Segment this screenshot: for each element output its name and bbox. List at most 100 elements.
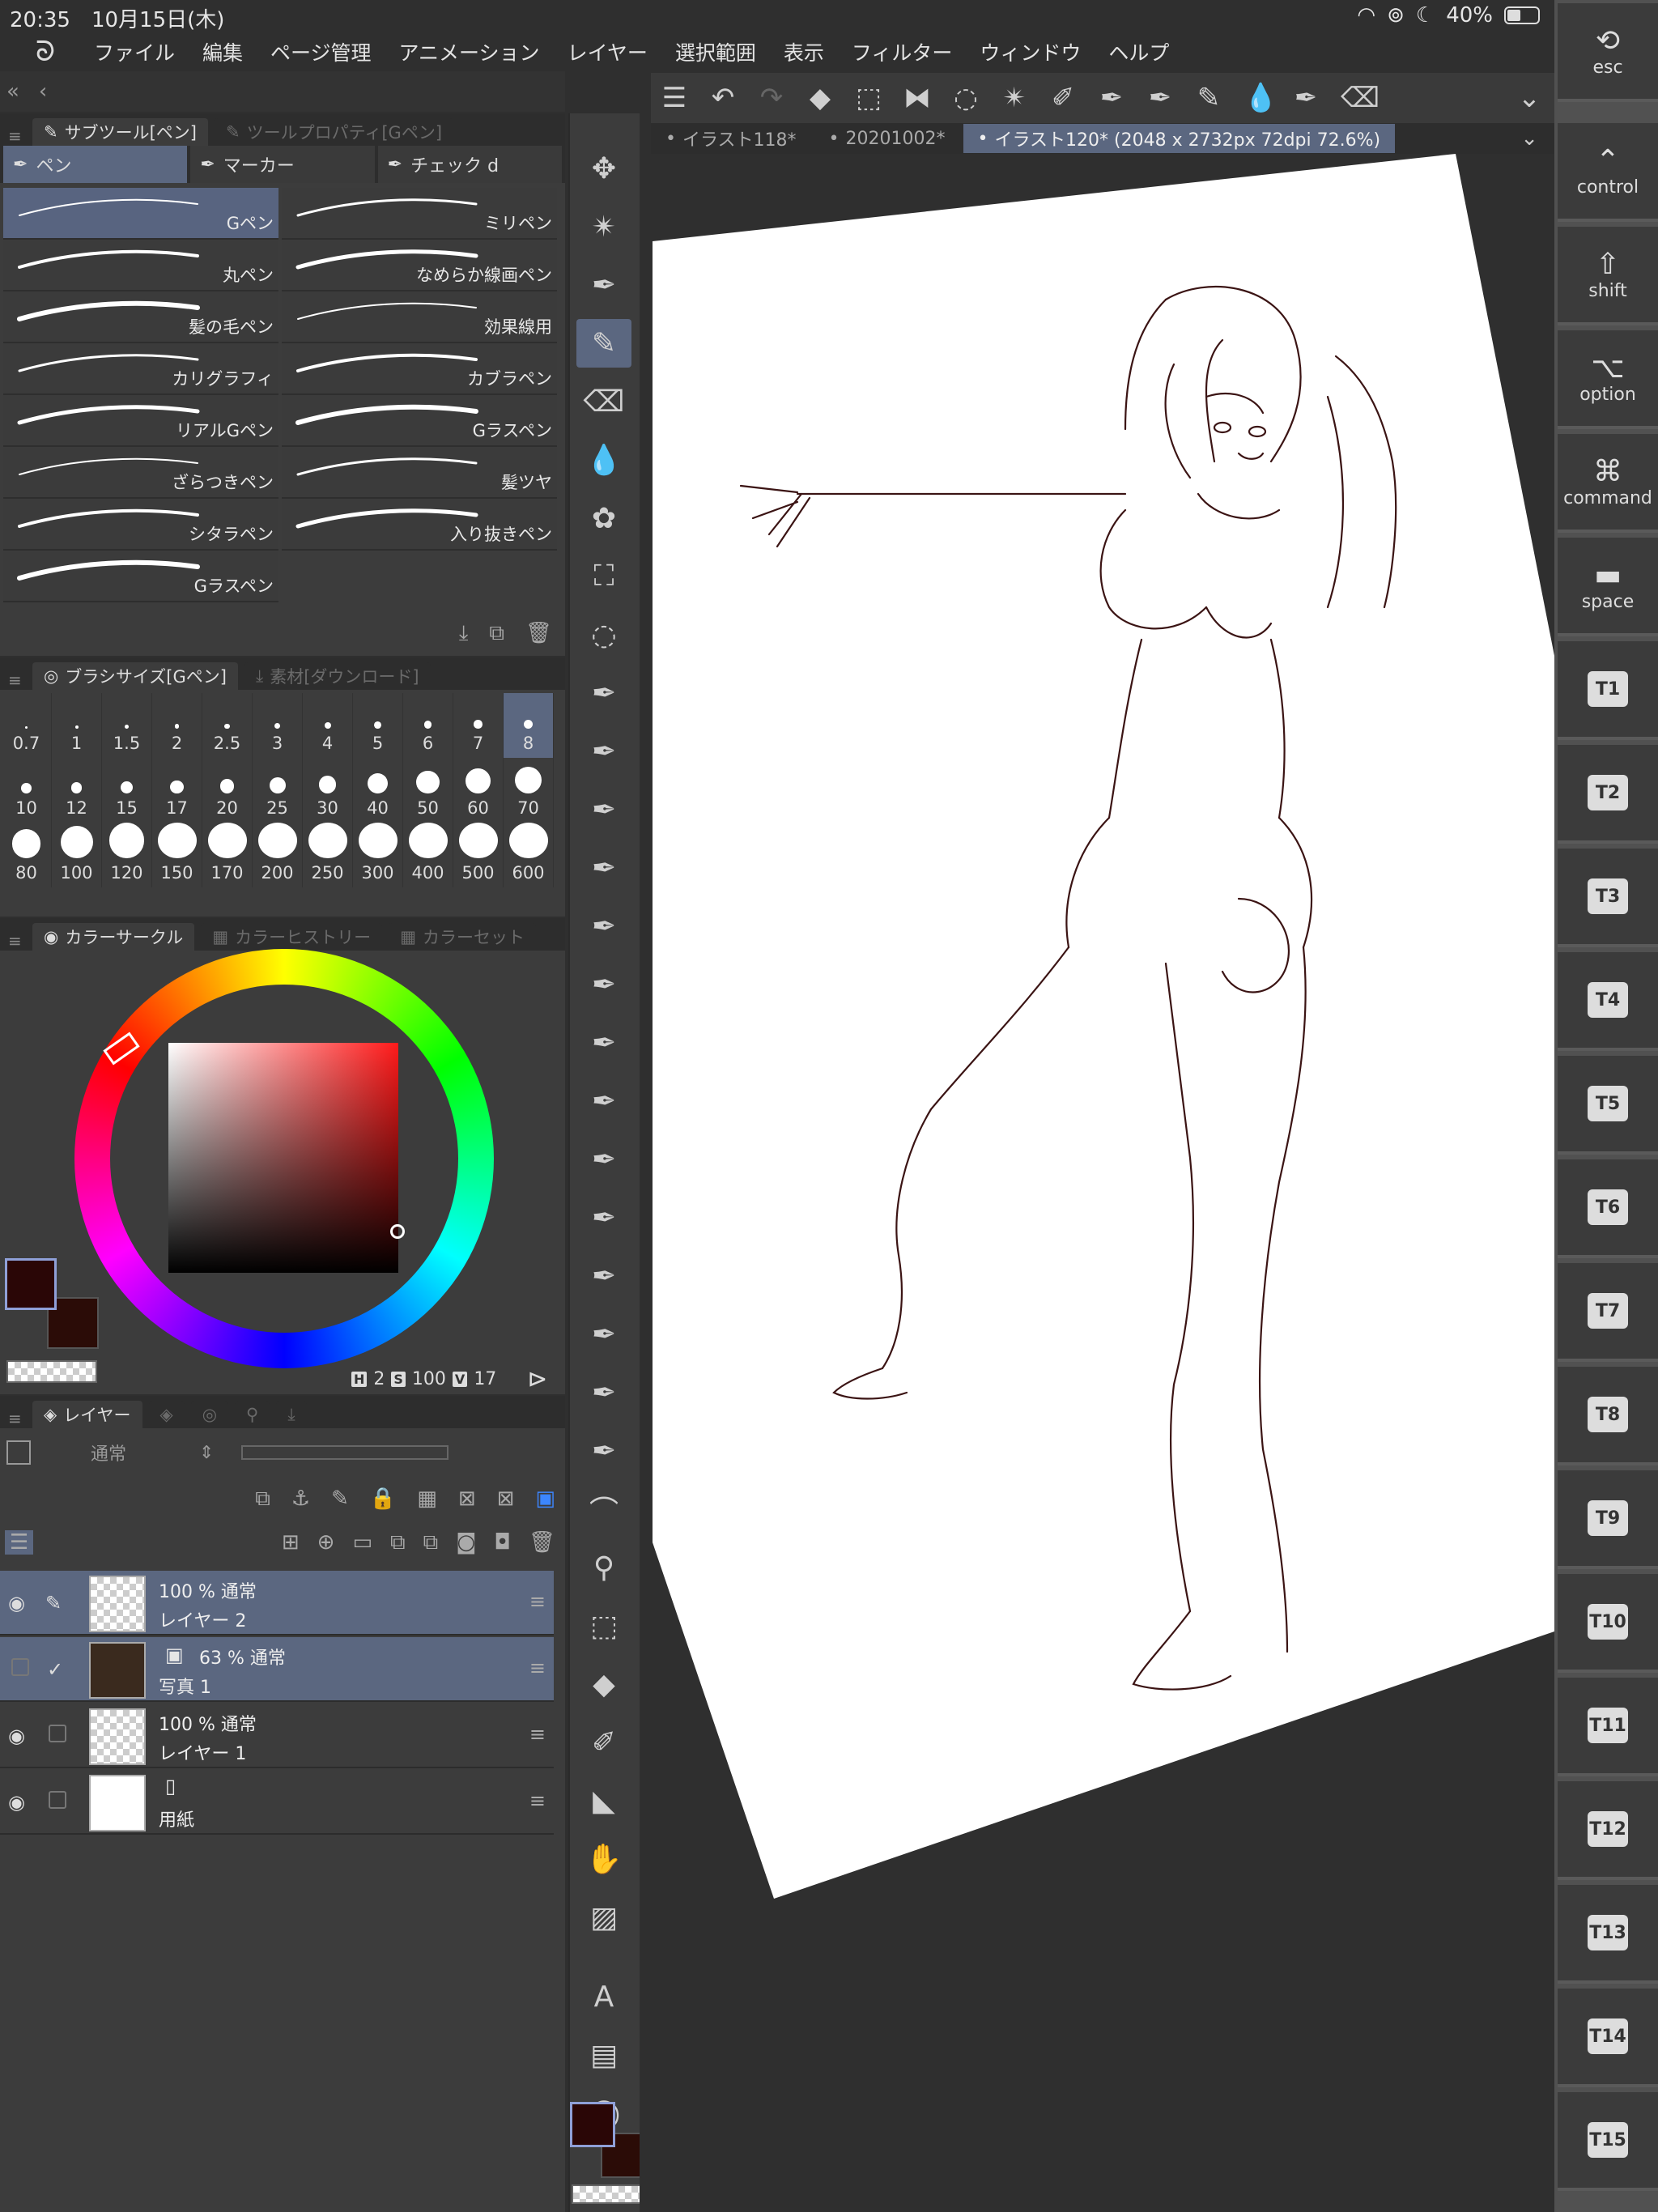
- layer-color-icon[interactable]: ▣: [535, 1487, 555, 1511]
- brush-size-option[interactable]: 40: [353, 758, 403, 823]
- menu-file[interactable]: ファイル: [94, 37, 175, 66]
- tab-navigator[interactable]: ◎: [190, 1401, 229, 1428]
- tab-tool-property[interactable]: ✎ ツールプロパティ[Gペン]: [215, 118, 454, 146]
- tab-document-active[interactable]: • イラスト120* (2048 x 2732px 72dpi 72.6%): [963, 124, 1396, 153]
- pen-icon[interactable]: ✒: [576, 960, 631, 1009]
- brush-item[interactable]: 入り抜きペン: [282, 499, 557, 551]
- menu-filter[interactable]: フィルター: [852, 37, 953, 66]
- app-logo-icon[interactable]: ᘐ: [29, 36, 62, 68]
- shortcut-key-t2[interactable]: T2: [1558, 745, 1658, 844]
- shortcut-key-t3[interactable]: T3: [1558, 849, 1658, 947]
- edit-checkbox[interactable]: [49, 1725, 66, 1742]
- pen-icon[interactable]: ✒: [576, 1368, 631, 1417]
- chevron-down-icon[interactable]: ⌄: [1520, 126, 1538, 151]
- chevron-down-icon[interactable]: ⌄: [1516, 82, 1543, 114]
- move-icon[interactable]: ✥: [576, 144, 631, 193]
- brush-size-option[interactable]: 250: [303, 823, 353, 887]
- transparent-color-swatch[interactable]: [572, 2184, 646, 2204]
- text-icon[interactable]: A: [576, 1972, 631, 2021]
- pen-icon[interactable]: ✒: [576, 785, 631, 834]
- drag-handle-icon[interactable]: ≡: [529, 1657, 546, 1679]
- brush-size-option[interactable]: 400: [403, 823, 453, 887]
- mask-show-icon[interactable]: ⊠: [497, 1487, 515, 1511]
- blend-icon[interactable]: 💧: [1244, 82, 1278, 114]
- shortcut-key-t15[interactable]: T15: [1558, 2092, 1658, 2191]
- brush-size-option[interactable]: 170: [202, 823, 253, 887]
- zoom-icon[interactable]: ⚲: [576, 1543, 631, 1592]
- drag-handle-icon[interactable]: ≡: [529, 1789, 546, 1812]
- brush-size-option[interactable]: 5: [353, 693, 403, 758]
- main-color-swatch[interactable]: [570, 2102, 615, 2147]
- hamburger-icon[interactable]: ☰: [661, 82, 688, 114]
- shortcut-key-t13[interactable]: T13: [1558, 1885, 1658, 1984]
- fill-icon[interactable]: ◆: [806, 82, 834, 114]
- opacity-slider[interactable]: [241, 1445, 449, 1460]
- merge-down-icon[interactable]: ⧉: [390, 1530, 406, 1555]
- brush-item[interactable]: 髪ツヤ: [282, 447, 557, 499]
- undo-icon[interactable]: ↶: [709, 82, 737, 114]
- brush-size-option[interactable]: 1: [52, 693, 102, 758]
- tab-layer-property[interactable]: ◈: [148, 1401, 185, 1428]
- shortcut-key-t7[interactable]: T7: [1558, 1263, 1658, 1362]
- brush-size-option[interactable]: 200: [253, 823, 303, 887]
- flip-horizontal-icon[interactable]: ⧓: [903, 82, 931, 114]
- lock-transparent-icon[interactable]: ▦: [417, 1487, 437, 1511]
- menu-edit[interactable]: 編集: [202, 37, 243, 66]
- pen-icon[interactable]: ✒: [576, 1077, 631, 1125]
- merge-visible-icon[interactable]: ⧉: [423, 1530, 439, 1555]
- mask-enable-icon[interactable]: ⊠: [458, 1487, 476, 1511]
- pen-tool-icon[interactable]: ✎: [576, 319, 631, 368]
- marker-icon[interactable]: ✒: [1146, 82, 1174, 114]
- brush-size-option[interactable]: 7: [453, 693, 504, 758]
- blend-icon[interactable]: 💧: [576, 436, 631, 484]
- menu-window[interactable]: ウィンドウ: [980, 37, 1081, 66]
- pen-icon[interactable]: ✒: [576, 902, 631, 951]
- layer-row[interactable]: ◉ ▯ 用紙 ≡: [0, 1770, 554, 1835]
- brush-size-option[interactable]: 10: [2, 758, 52, 823]
- brush-size-option[interactable]: 2: [152, 693, 202, 758]
- shortcut-key-t4[interactable]: T4: [1558, 952, 1658, 1051]
- eyedropper-icon[interactable]: ✐: [576, 1718, 631, 1767]
- new-raster-layer-icon[interactable]: ⊞: [282, 1530, 300, 1555]
- panel-menu-icon[interactable]: ≡: [8, 670, 24, 690]
- brush-item[interactable]: Gラスペン: [282, 395, 557, 447]
- lock-icon[interactable]: 🔒: [370, 1487, 396, 1511]
- pen-icon[interactable]: ✒: [576, 727, 631, 776]
- tab-document[interactable]: • イラスト118*: [651, 124, 811, 153]
- brush-size-option[interactable]: 100: [52, 823, 102, 887]
- brush-item[interactable]: なめらか線画ペン: [282, 240, 557, 291]
- shortcut-key-t6[interactable]: T6: [1558, 1159, 1658, 1258]
- sparkle-icon[interactable]: ✴: [576, 202, 631, 251]
- menu-view[interactable]: 表示: [784, 37, 824, 66]
- blend-mode-select[interactable]: 通常: [91, 1440, 188, 1465]
- drag-handle-icon[interactable]: ≡: [529, 1723, 546, 1746]
- pen-icon[interactable]: ✒: [576, 1252, 631, 1300]
- brush-item[interactable]: 丸ペン: [3, 240, 278, 291]
- saturation-value-square[interactable]: [168, 1043, 398, 1273]
- eyedropper-icon[interactable]: ✐: [1049, 82, 1077, 114]
- tab-sub-view[interactable]: ⚲: [235, 1401, 270, 1428]
- clip-layer-icon[interactable]: ⧉: [255, 1487, 270, 1512]
- shortcut-key-t14[interactable]: T14: [1558, 1989, 1658, 2087]
- brush-size-option[interactable]: 300: [353, 823, 403, 887]
- edit-checkbox[interactable]: [49, 1791, 66, 1809]
- hand-icon[interactable]: ✋: [576, 1835, 631, 1883]
- brush-size-option[interactable]: 80: [2, 823, 52, 887]
- trash-icon[interactable]: 🗑: [525, 621, 552, 646]
- eye-icon[interactable]: ◉: [8, 1725, 32, 1747]
- pen-icon[interactable]: ✒: [576, 669, 631, 717]
- brush-size-option[interactable]: 15: [102, 758, 152, 823]
- pen-icon[interactable]: ✒: [576, 1427, 631, 1475]
- eye-icon[interactable]: ◉: [8, 1791, 32, 1814]
- operation-icon[interactable]: ⬚: [576, 1602, 631, 1650]
- layer-list-icon[interactable]: ☰: [5, 1530, 34, 1555]
- gradient-fill-icon[interactable]: ◣: [576, 1776, 631, 1825]
- brush-item[interactable]: リアルGペン: [3, 395, 278, 447]
- brush-size-option[interactable]: 4: [303, 693, 353, 758]
- command-key[interactable]: ⌘ command: [1558, 434, 1658, 533]
- visibility-checkbox[interactable]: [11, 1658, 29, 1676]
- brush-item[interactable]: シタラペン: [3, 499, 278, 551]
- menu-selection[interactable]: 選択範囲: [675, 37, 756, 66]
- pen-icon[interactable]: ✒: [576, 1019, 631, 1067]
- layer-color-box[interactable]: [6, 1440, 31, 1465]
